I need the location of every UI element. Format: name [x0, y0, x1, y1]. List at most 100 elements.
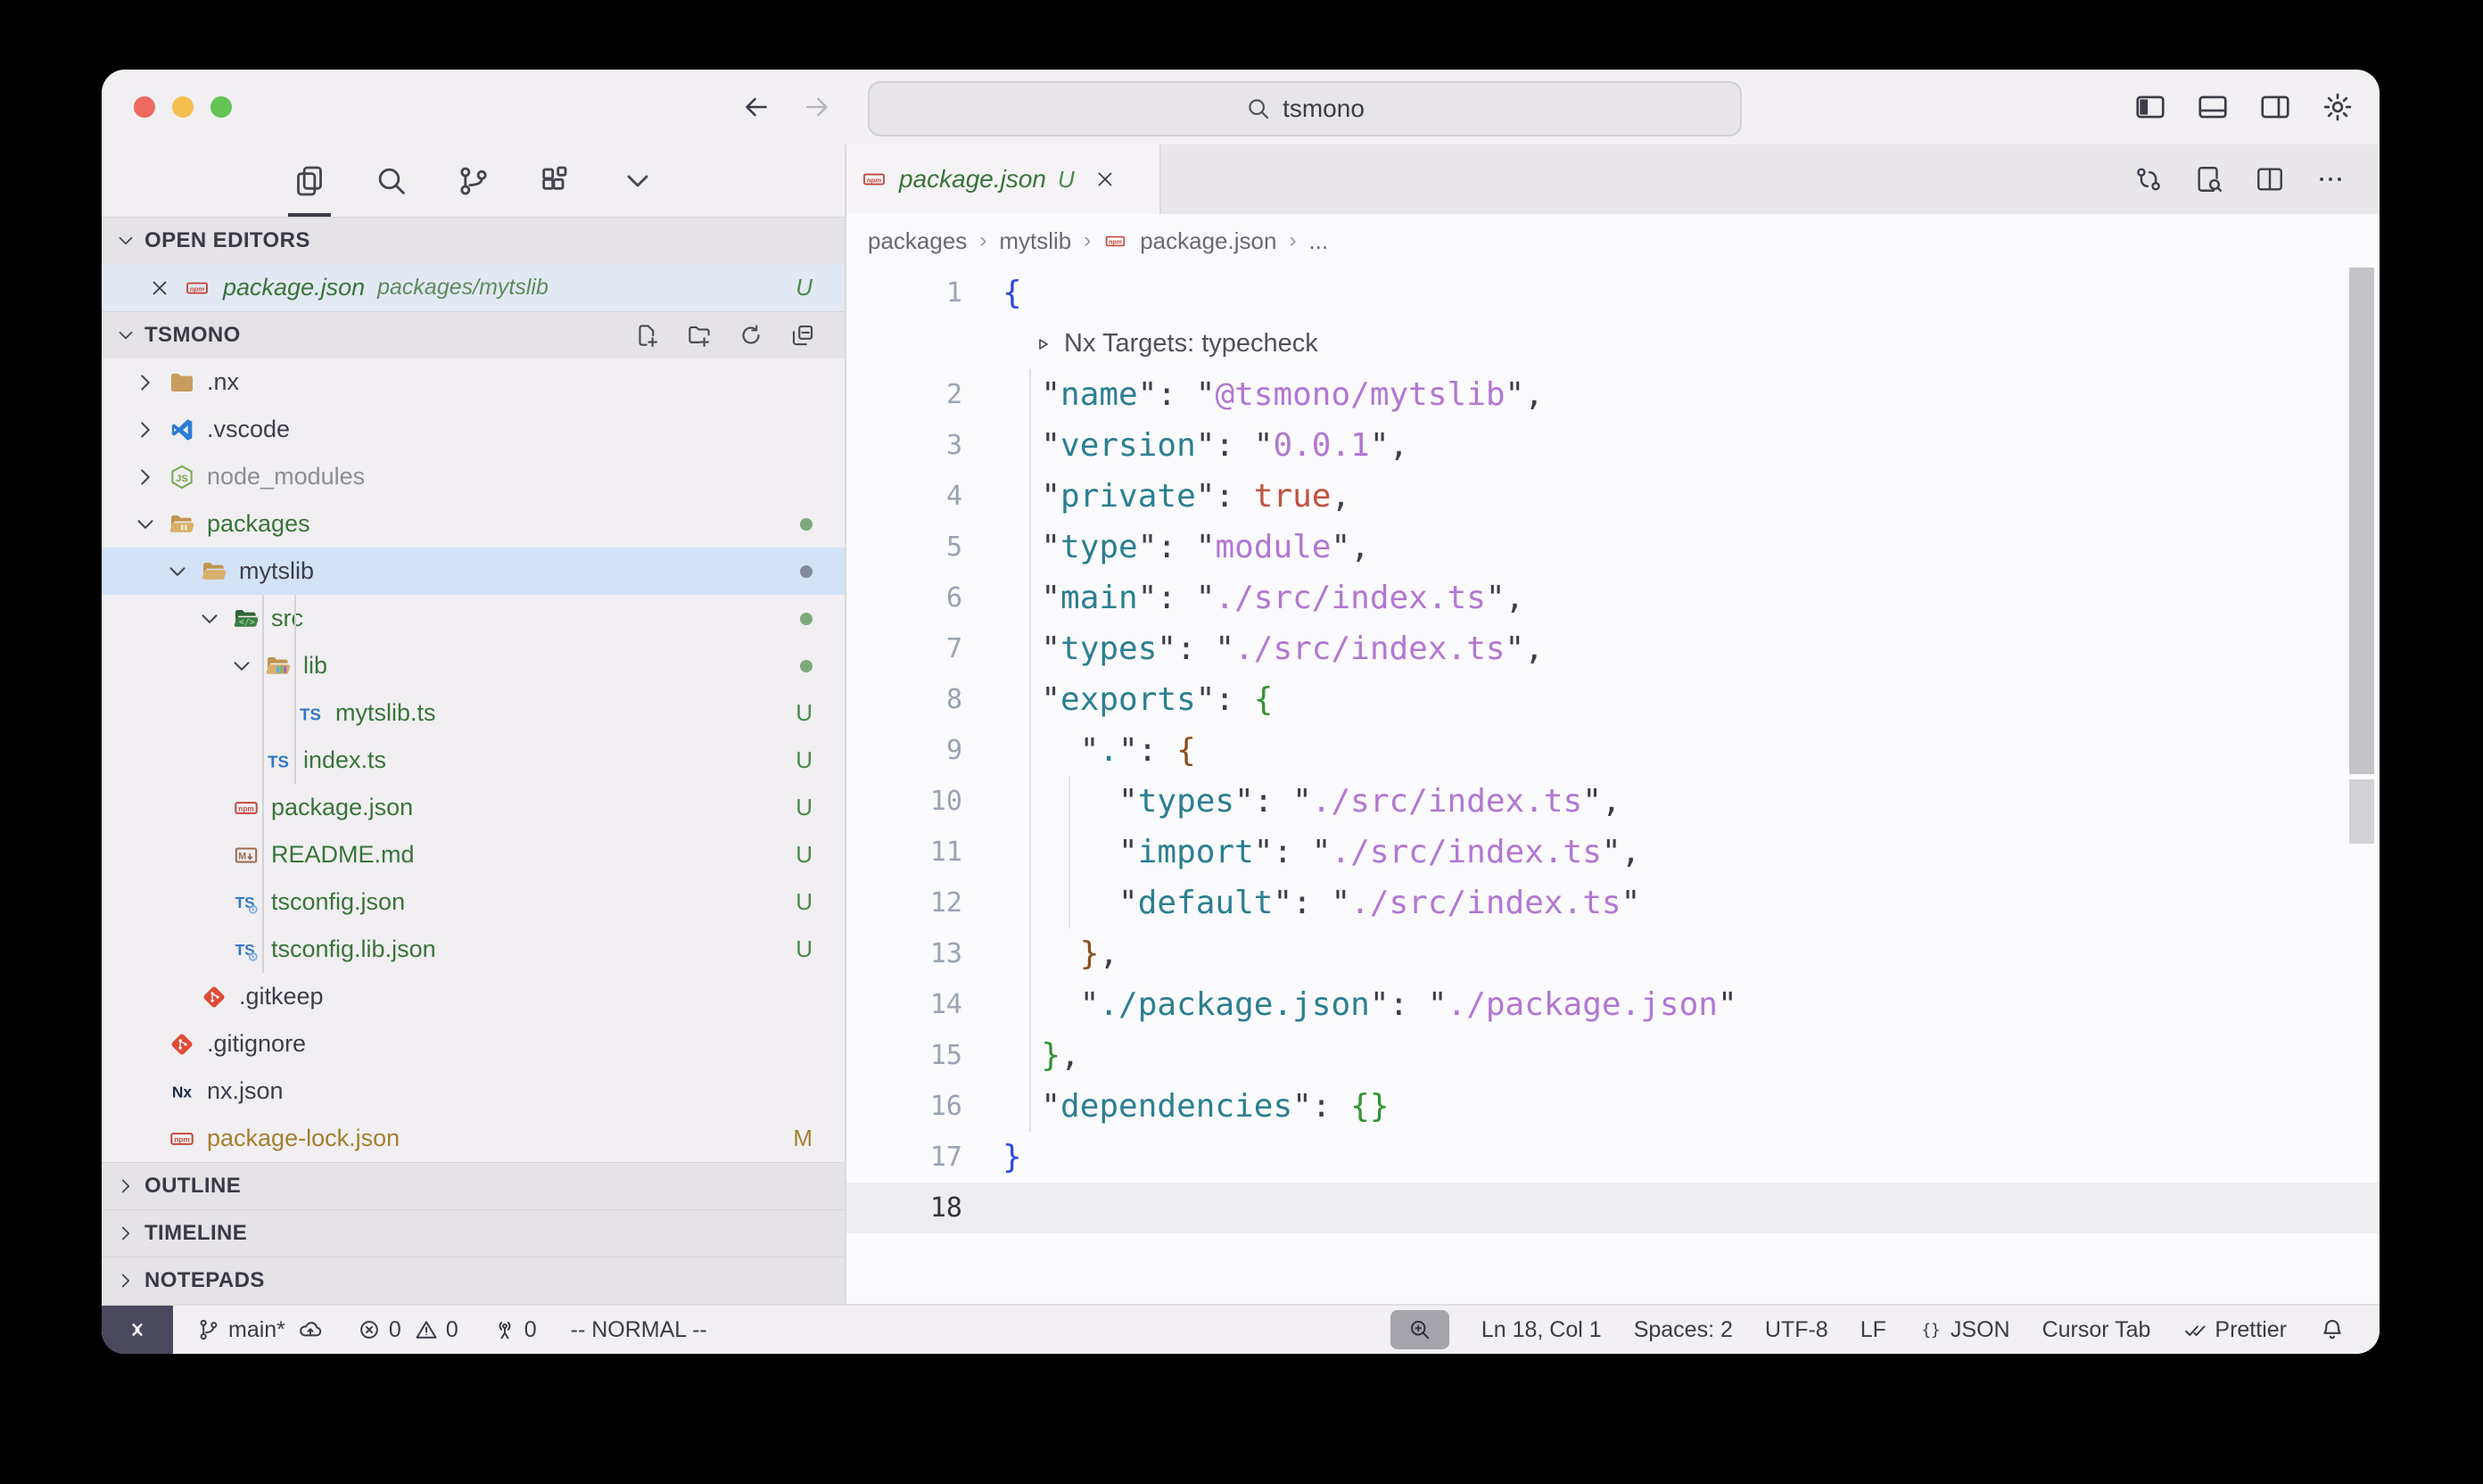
- breadcrumb-item[interactable]: mytslib: [999, 227, 1071, 255]
- tree-item-mytslib[interactable]: mytslib: [102, 548, 845, 595]
- close-tab-icon[interactable]: [1093, 168, 1117, 191]
- problems-errors[interactable]: 0: [357, 1317, 401, 1343]
- branch-indicator[interactable]: main*: [196, 1317, 285, 1343]
- more-views-chevron-icon[interactable]: [618, 144, 657, 217]
- ports-indicator[interactable]: 0: [492, 1317, 537, 1343]
- code-line-18[interactable]: 18: [846, 1183, 2380, 1233]
- code-line-3[interactable]: 3 "version": "0.0.1",: [846, 420, 2380, 471]
- section-header-notepads[interactable]: NOTEPADS: [102, 1257, 845, 1304]
- tree-item--gitkeep[interactable]: .gitkeep: [102, 973, 845, 1020]
- zoom-window-button[interactable]: [210, 96, 232, 118]
- breadcrumb-item[interactable]: package.json: [1140, 227, 1276, 255]
- cursor-tab-indicator[interactable]: Cursor Tab: [2042, 1317, 2151, 1343]
- tree-item-lib[interactable]: lib: [102, 642, 845, 689]
- cursor-position[interactable]: Ln 18, Col 1: [1481, 1317, 1602, 1343]
- tree-item-nx-json[interactable]: Nxnx.json: [102, 1068, 845, 1115]
- chevron-right-icon[interactable]: [132, 416, 159, 443]
- tree-item-tsconfig-lib-json[interactable]: TStsconfig.lib.jsonU: [102, 926, 845, 973]
- notifications-bell-icon[interactable]: [2319, 1316, 2346, 1343]
- tree-item-readme-md[interactable]: MREADME.mdU: [102, 831, 845, 878]
- tab-package-json[interactable]: npm package.json U: [846, 144, 1161, 214]
- more-actions-icon[interactable]: [2315, 164, 2346, 194]
- tree-item-mytslib-ts[interactable]: TSmytslib.tsU: [102, 689, 845, 737]
- chevron-down-icon[interactable]: [196, 606, 223, 632]
- vim-mode-indicator[interactable]: -- NORMAL --: [571, 1317, 707, 1343]
- code-line-6[interactable]: 6 "main": "./src/index.ts",: [846, 573, 2380, 623]
- problems-warnings[interactable]: 0: [414, 1317, 458, 1343]
- code-line-9[interactable]: 9 ".": {: [846, 725, 2380, 776]
- explorer-tab-icon[interactable]: [290, 144, 329, 217]
- close-window-button[interactable]: [134, 96, 155, 118]
- code-line-13[interactable]: 13 },: [846, 928, 2380, 979]
- code-line-16[interactable]: 16 "dependencies": {}: [846, 1081, 2380, 1132]
- code-line-1[interactable]: 1{: [846, 268, 2380, 318]
- eol-indicator[interactable]: LF: [1860, 1317, 1886, 1343]
- language-mode[interactable]: {} JSON: [1918, 1317, 2010, 1343]
- refresh-icon[interactable]: [738, 322, 764, 349]
- error-icon: [357, 1317, 382, 1342]
- tree-item--gitignore[interactable]: .gitignore: [102, 1020, 845, 1068]
- code-editor[interactable]: 1{Nx Targets: typecheck2 "name": "@tsmon…: [846, 268, 2380, 1304]
- remote-indicator-button[interactable]: [102, 1306, 173, 1354]
- tree-item-index-ts[interactable]: TSindex.tsU: [102, 737, 845, 784]
- code-line-12[interactable]: 12 "default": "./src/index.ts": [846, 878, 2380, 928]
- collapse-all-icon[interactable]: [789, 322, 816, 349]
- toggle-panel-icon[interactable]: [2196, 90, 2230, 124]
- section-header-timeline[interactable]: TIMELINE: [102, 1209, 845, 1257]
- tree-item--vscode[interactable]: .vscode: [102, 406, 845, 453]
- command-search-input[interactable]: tsmono: [868, 81, 1742, 136]
- new-folder-icon[interactable]: [686, 322, 713, 349]
- encoding-indicator[interactable]: UTF-8: [1765, 1317, 1828, 1343]
- tree-item-node-modules[interactable]: JSnode_modules: [102, 453, 845, 500]
- new-file-icon[interactable]: [634, 322, 661, 349]
- breadcrumb-item[interactable]: ...: [1308, 227, 1328, 255]
- sync-changes-button[interactable]: [298, 1317, 323, 1342]
- node-icon: JS: [168, 463, 196, 491]
- code-line-2[interactable]: 2 "name": "@tsmono/mytslib",: [846, 369, 2380, 420]
- code-line-14[interactable]: 14 "./package.json": "./package.json": [846, 979, 2380, 1030]
- indentation-indicator[interactable]: Spaces: 2: [1634, 1317, 1733, 1343]
- split-editor-icon[interactable]: [2255, 164, 2285, 194]
- toggle-secondary-sidebar-icon[interactable]: [2258, 90, 2292, 124]
- tree-item--nx[interactable]: .nx: [102, 359, 845, 406]
- code-line-5[interactable]: 5 "type": "module",: [846, 522, 2380, 573]
- settings-gear-icon[interactable]: [2321, 90, 2355, 124]
- code-line-11[interactable]: 11 "import": "./src/index.ts",: [846, 827, 2380, 878]
- forward-icon[interactable]: [801, 91, 833, 123]
- open-editor-item[interactable]: npm package.json packages/mytslib U: [102, 264, 845, 311]
- explorer-section-header[interactable]: TSMONO: [102, 311, 845, 359]
- chevron-down-icon[interactable]: [228, 653, 255, 680]
- open-editors-header[interactable]: OPEN EDITORS: [102, 217, 845, 264]
- code-line-15[interactable]: 15 },: [846, 1030, 2380, 1081]
- breadcrumb-item[interactable]: packages: [868, 227, 967, 255]
- back-icon[interactable]: [740, 91, 772, 123]
- code-line-10[interactable]: 10 "types": "./src/index.ts",: [846, 776, 2380, 827]
- open-preview-icon[interactable]: [2194, 164, 2224, 194]
- tree-item-src[interactable]: </>src: [102, 595, 845, 642]
- search-tab-icon[interactable]: [372, 144, 411, 217]
- chevron-right-icon[interactable]: [132, 369, 159, 396]
- code-line-8[interactable]: 8 "exports": {: [846, 674, 2380, 725]
- tree-item-label: mytslib.ts: [335, 699, 436, 727]
- tree-item-label: tsconfig.lib.json: [271, 936, 436, 963]
- chevron-right-icon[interactable]: [132, 464, 159, 491]
- toggle-sidebar-icon[interactable]: [2133, 90, 2167, 124]
- close-editor-icon[interactable]: [148, 276, 171, 300]
- source-control-tab-icon[interactable]: [454, 144, 493, 217]
- chevron-down-icon[interactable]: [164, 558, 191, 585]
- tree-item-tsconfig-json[interactable]: TStsconfig.jsonU: [102, 878, 845, 926]
- extensions-tab-icon[interactable]: [536, 144, 575, 217]
- code-line-4[interactable]: 4 "private": true,: [846, 471, 2380, 522]
- code-line-17[interactable]: 17}: [846, 1132, 2380, 1183]
- minimize-window-button[interactable]: [172, 96, 194, 118]
- code-line-7[interactable]: 7 "types": "./src/index.ts",: [846, 623, 2380, 674]
- tree-item-package-lock-json[interactable]: npmpackage-lock.jsonM: [102, 1115, 845, 1162]
- codelens-nx-targets[interactable]: Nx Targets: typecheck: [846, 318, 2380, 369]
- zoom-indicator[interactable]: [1390, 1310, 1449, 1349]
- tree-item-packages[interactable]: packages: [102, 500, 845, 548]
- chevron-down-icon[interactable]: [132, 511, 159, 538]
- formatter-indicator[interactable]: Prettier: [2182, 1317, 2287, 1343]
- open-changes-icon[interactable]: [2133, 164, 2164, 194]
- tree-item-package-json[interactable]: npmpackage.jsonU: [102, 784, 845, 831]
- section-header-outline[interactable]: OUTLINE: [102, 1162, 845, 1209]
